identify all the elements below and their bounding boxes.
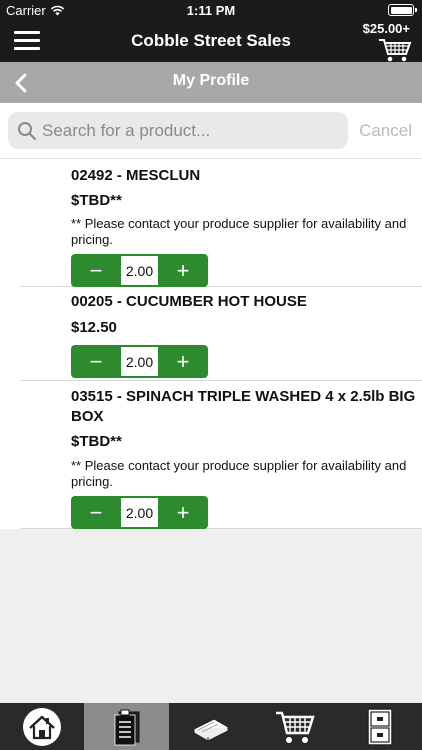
quantity-field[interactable]: 2.00 — [121, 498, 158, 527]
cart-icon — [276, 711, 316, 743]
nav-bar: Cobble Street Sales $25.00+ — [0, 20, 422, 62]
search-bar: Cancel — [0, 103, 422, 159]
quantity-stepper: − 2.00 + — [71, 496, 208, 529]
status-time: 1:11 PM — [186, 3, 236, 18]
product-name: 02492 - MESCLUN — [71, 167, 201, 184]
order-list-icon — [114, 709, 140, 745]
decrease-button[interactable]: − — [71, 254, 121, 287]
cart-icon[interactable] — [378, 37, 412, 63]
product-item[interactable]: 03515 - SPINACH TRIPLE WASHED 4 x 2.5lb … — [20, 381, 422, 529]
increase-button[interactable]: + — [158, 496, 208, 529]
product-item[interactable]: 02492 - MESCLUN $TBD** ** Please contact… — [20, 159, 422, 287]
product-note: ** Please contact your produce supplier … — [71, 458, 407, 489]
page-title: My Profile — [172, 72, 250, 89]
product-item[interactable]: 00205 - CUCUMBER HOT HOUSE $12.50 − 2.00… — [20, 287, 422, 381]
decrease-button[interactable]: − — [71, 496, 121, 529]
quantity-stepper: − 2.00 + — [71, 254, 208, 287]
status-bar: Carrier 1:11 PM — [0, 0, 422, 20]
tab-bar — [0, 703, 422, 750]
home-icon — [23, 707, 62, 746]
product-name: 00205 - CUCUMBER HOT HOUSE — [71, 293, 307, 310]
cancel-button[interactable]: Cancel — [359, 121, 412, 141]
sub-header: My Profile — [0, 62, 422, 103]
quantity-stepper: − 2.00 + — [71, 345, 208, 378]
quantity-field[interactable]: 2.00 — [121, 347, 158, 376]
tab-home[interactable] — [0, 703, 84, 750]
tab-catalog[interactable] — [169, 703, 253, 750]
cart-total[interactable]: $25.00+ — [363, 21, 410, 36]
product-note: ** Please contact your produce supplier … — [71, 216, 407, 247]
file-cabinet-icon — [367, 707, 393, 746]
product-price: $TBD** — [71, 192, 122, 209]
product-price: $12.50 — [71, 319, 117, 336]
tab-cart[interactable] — [253, 703, 337, 750]
search-field[interactable] — [8, 112, 348, 149]
tab-orders[interactable] — [84, 703, 169, 750]
catalog-icon — [192, 717, 230, 742]
search-icon — [18, 122, 37, 141]
app-title: Cobble Street Sales — [131, 31, 291, 50]
product-price: $TBD** — [71, 433, 122, 450]
increase-button[interactable]: + — [158, 345, 208, 378]
search-input[interactable] — [42, 112, 342, 149]
battery-icon — [388, 4, 417, 16]
product-list: 02492 - MESCLUN $TBD** ** Please contact… — [0, 159, 422, 529]
increase-button[interactable]: + — [158, 254, 208, 287]
product-name: 03515 - SPINACH TRIPLE WASHED 4 x 2.5lb … — [71, 388, 416, 425]
quantity-field[interactable]: 2.00 — [121, 256, 158, 285]
decrease-button[interactable]: − — [71, 345, 121, 378]
tab-files[interactable] — [338, 703, 422, 750]
